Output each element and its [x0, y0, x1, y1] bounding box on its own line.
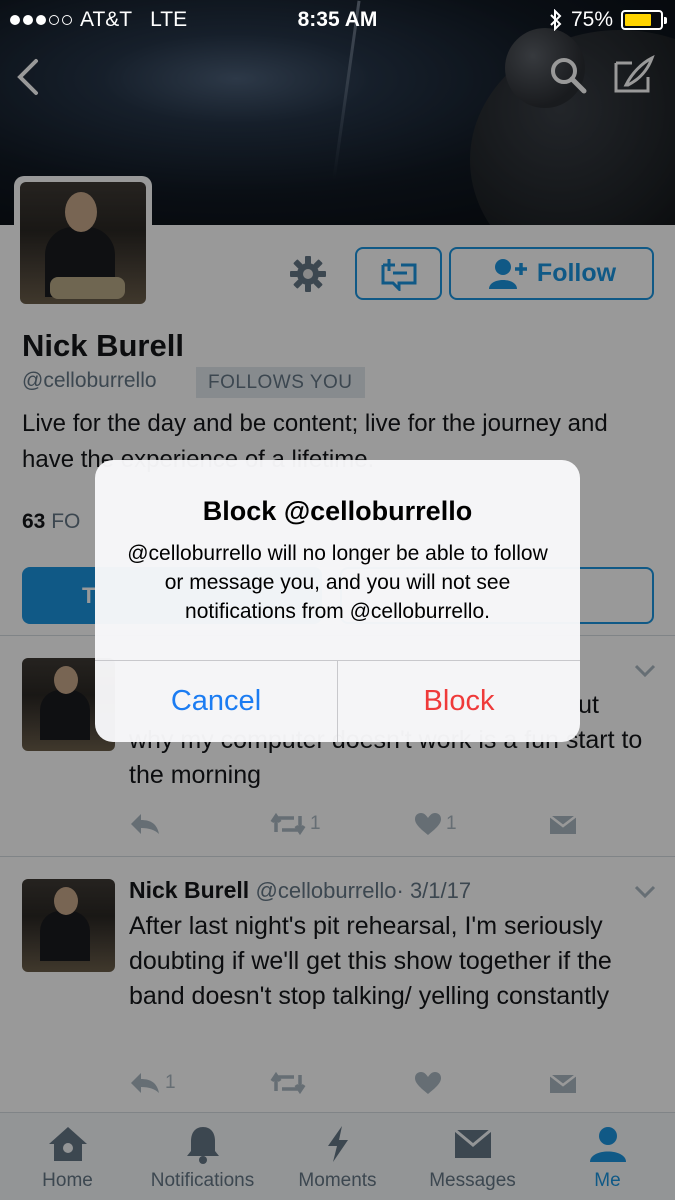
- profile-screen: AT&T LTE 8:35 AM 75% Follow Nick Burell …: [0, 0, 675, 1200]
- alert-message: @celloburrello will no longer be able to…: [127, 542, 548, 623]
- block-button[interactable]: Block: [338, 660, 580, 742]
- alert-title: Block @celloburrello: [202, 496, 473, 526]
- bluetooth-icon: [550, 9, 562, 31]
- battery-icon: [621, 10, 667, 30]
- cancel-button[interactable]: Cancel: [95, 660, 337, 742]
- status-bar: AT&T LTE 8:35 AM 75%: [0, 0, 675, 40]
- block-alert-dialog: Block @celloburrello @celloburrello will…: [95, 460, 580, 742]
- battery-percent: 75%: [570, 8, 613, 31]
